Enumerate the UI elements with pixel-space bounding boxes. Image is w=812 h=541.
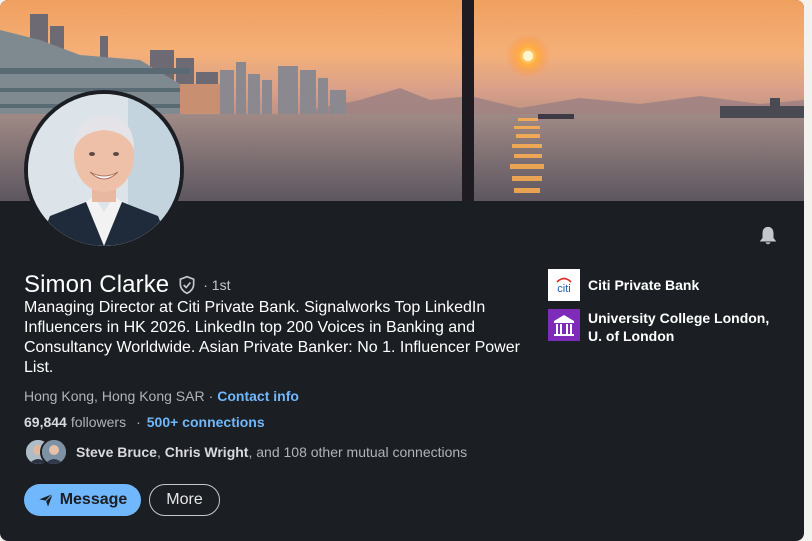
connections-link[interactable]: 500+ connections — [147, 414, 265, 430]
profile-location: Hong Kong, Hong Kong SAR — [24, 388, 205, 404]
org-item-citi[interactable]: citi Citi Private Bank — [548, 269, 788, 301]
profile-name: Simon Clarke — [24, 271, 170, 298]
citi-logo-text: citi — [557, 283, 570, 295]
verified-shield-icon[interactable] — [177, 275, 197, 295]
profile-headline: Managing Director at Citi Private Bank. … — [24, 299, 520, 376]
mutual-name-2: Chris Wright — [164, 444, 249, 460]
separator: · — [208, 388, 214, 404]
separator: · — [136, 414, 141, 430]
profile-card: Simon Clarke · 1st Managing Director at … — [0, 0, 804, 541]
message-button[interactable]: Message — [24, 484, 141, 516]
contact-info-link[interactable]: Contact info — [217, 388, 299, 404]
profile-photo[interactable] — [24, 90, 184, 250]
more-button-label: More — [166, 491, 203, 508]
notification-bell-button[interactable] — [752, 222, 784, 254]
profile-organizations: citi Citi Private Bank University Colleg… — [548, 269, 788, 345]
mutual-rest: , and 108 other mutual connections — [248, 444, 468, 460]
stats-row: 69,844 followers · 500+ connections — [24, 413, 265, 431]
mutual-avatars — [24, 438, 70, 466]
mutual-connections[interactable]: Steve Bruce, Chris Wright, and 108 other… — [24, 438, 467, 466]
message-button-label: Message — [59, 491, 128, 508]
mutual-connections-text[interactable]: Steve Bruce, Chris Wright, and 108 other… — [76, 444, 467, 460]
more-button[interactable]: More — [149, 484, 220, 516]
mutual-name-1: Steve Bruce — [76, 444, 157, 460]
citi-logo-icon: citi — [548, 269, 580, 301]
send-icon — [38, 492, 54, 508]
avatar — [40, 438, 68, 466]
org-name: Citi Private Bank — [588, 277, 700, 293]
bell-icon — [757, 225, 779, 252]
followers-count: 69,844 — [24, 414, 67, 430]
ucl-logo-icon — [548, 309, 580, 341]
followers-label: followers — [70, 414, 127, 430]
mutual-comma: , — [156, 444, 165, 460]
profile-actions: Message More — [24, 484, 220, 516]
profile-name-row: Simon Clarke · 1st — [24, 270, 230, 300]
org-name: University College London, U. of London — [588, 310, 770, 344]
org-item-ucl[interactable]: University College London, U. of London — [548, 309, 788, 345]
location-row: Hong Kong, Hong Kong SAR · Contact info — [24, 387, 299, 405]
connection-degree: · 1st — [203, 277, 231, 293]
